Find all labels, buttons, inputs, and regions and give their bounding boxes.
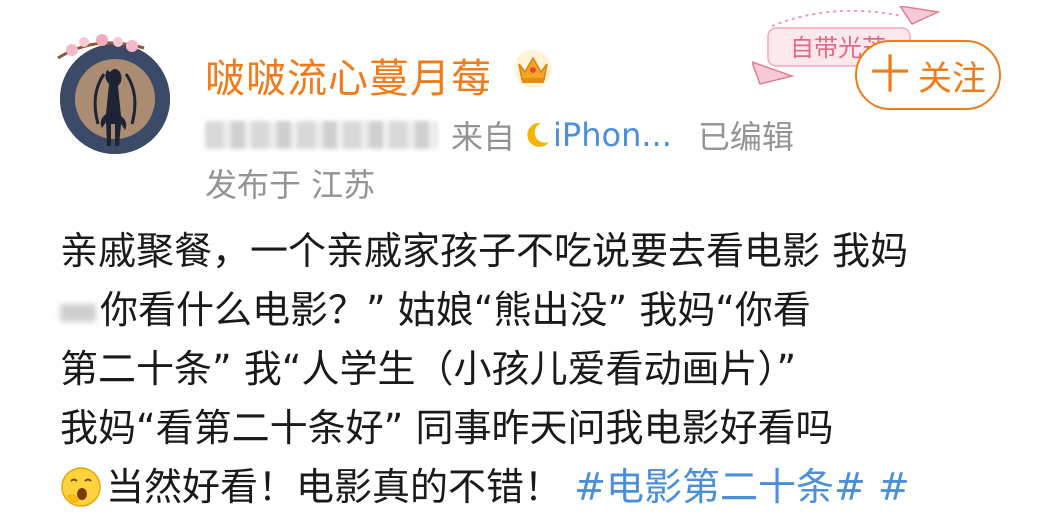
moon-icon	[527, 122, 550, 147]
follow-button[interactable]: 十 关注	[855, 40, 1001, 110]
post-content: 亲戚聚餐，一个亲戚家孩子不吃说要去看电影 我妈 你看什么电影？” 姑娘“熊出没”…	[60, 222, 1020, 517]
post-line: 我妈“看第二十条好” 同事昨天问我电影好看吗	[60, 406, 834, 450]
from-label: 来自	[451, 118, 516, 156]
edited-label[interactable]: 已编辑	[698, 112, 794, 158]
post-line: 亲戚聚餐，一个亲戚家孩子不吃说要去看电影 我妈	[60, 229, 909, 273]
hashtag-link-2[interactable]: #	[878, 465, 910, 509]
vip-crown-icon[interactable]	[512, 48, 554, 90]
plus-icon: 十	[870, 52, 910, 98]
hashtag-link[interactable]: #电影第二十条#	[574, 465, 866, 509]
blossom-decoration	[57, 34, 145, 60]
post-line: 你看什么电影？” 姑娘“熊出没” 我妈“你看	[60, 281, 1020, 340]
device-link[interactable]: iPhon...	[553, 116, 672, 154]
post-meta: 来自 iPhon... 已编辑	[205, 112, 794, 158]
post-line: 当然好看！电影真的不错！ #电影第二十条# #	[60, 458, 1020, 517]
yawn-emoji-icon	[61, 467, 101, 507]
location-label: 发布于 江苏	[205, 166, 376, 204]
post-line-text: 你看什么电影？” 姑娘“熊出没” 我妈“你看	[100, 288, 811, 332]
post-timestamp-blurred	[205, 121, 437, 149]
post-line: 第二十条” 我“人学生（小孩儿爱看动画片）”	[60, 347, 797, 391]
username[interactable]: 啵啵流心蔓月莓	[205, 46, 492, 104]
blurred-text	[60, 303, 96, 322]
follow-label: 关注	[918, 58, 986, 99]
post-line-text: 当然好看！电影真的不错！	[106, 465, 563, 509]
